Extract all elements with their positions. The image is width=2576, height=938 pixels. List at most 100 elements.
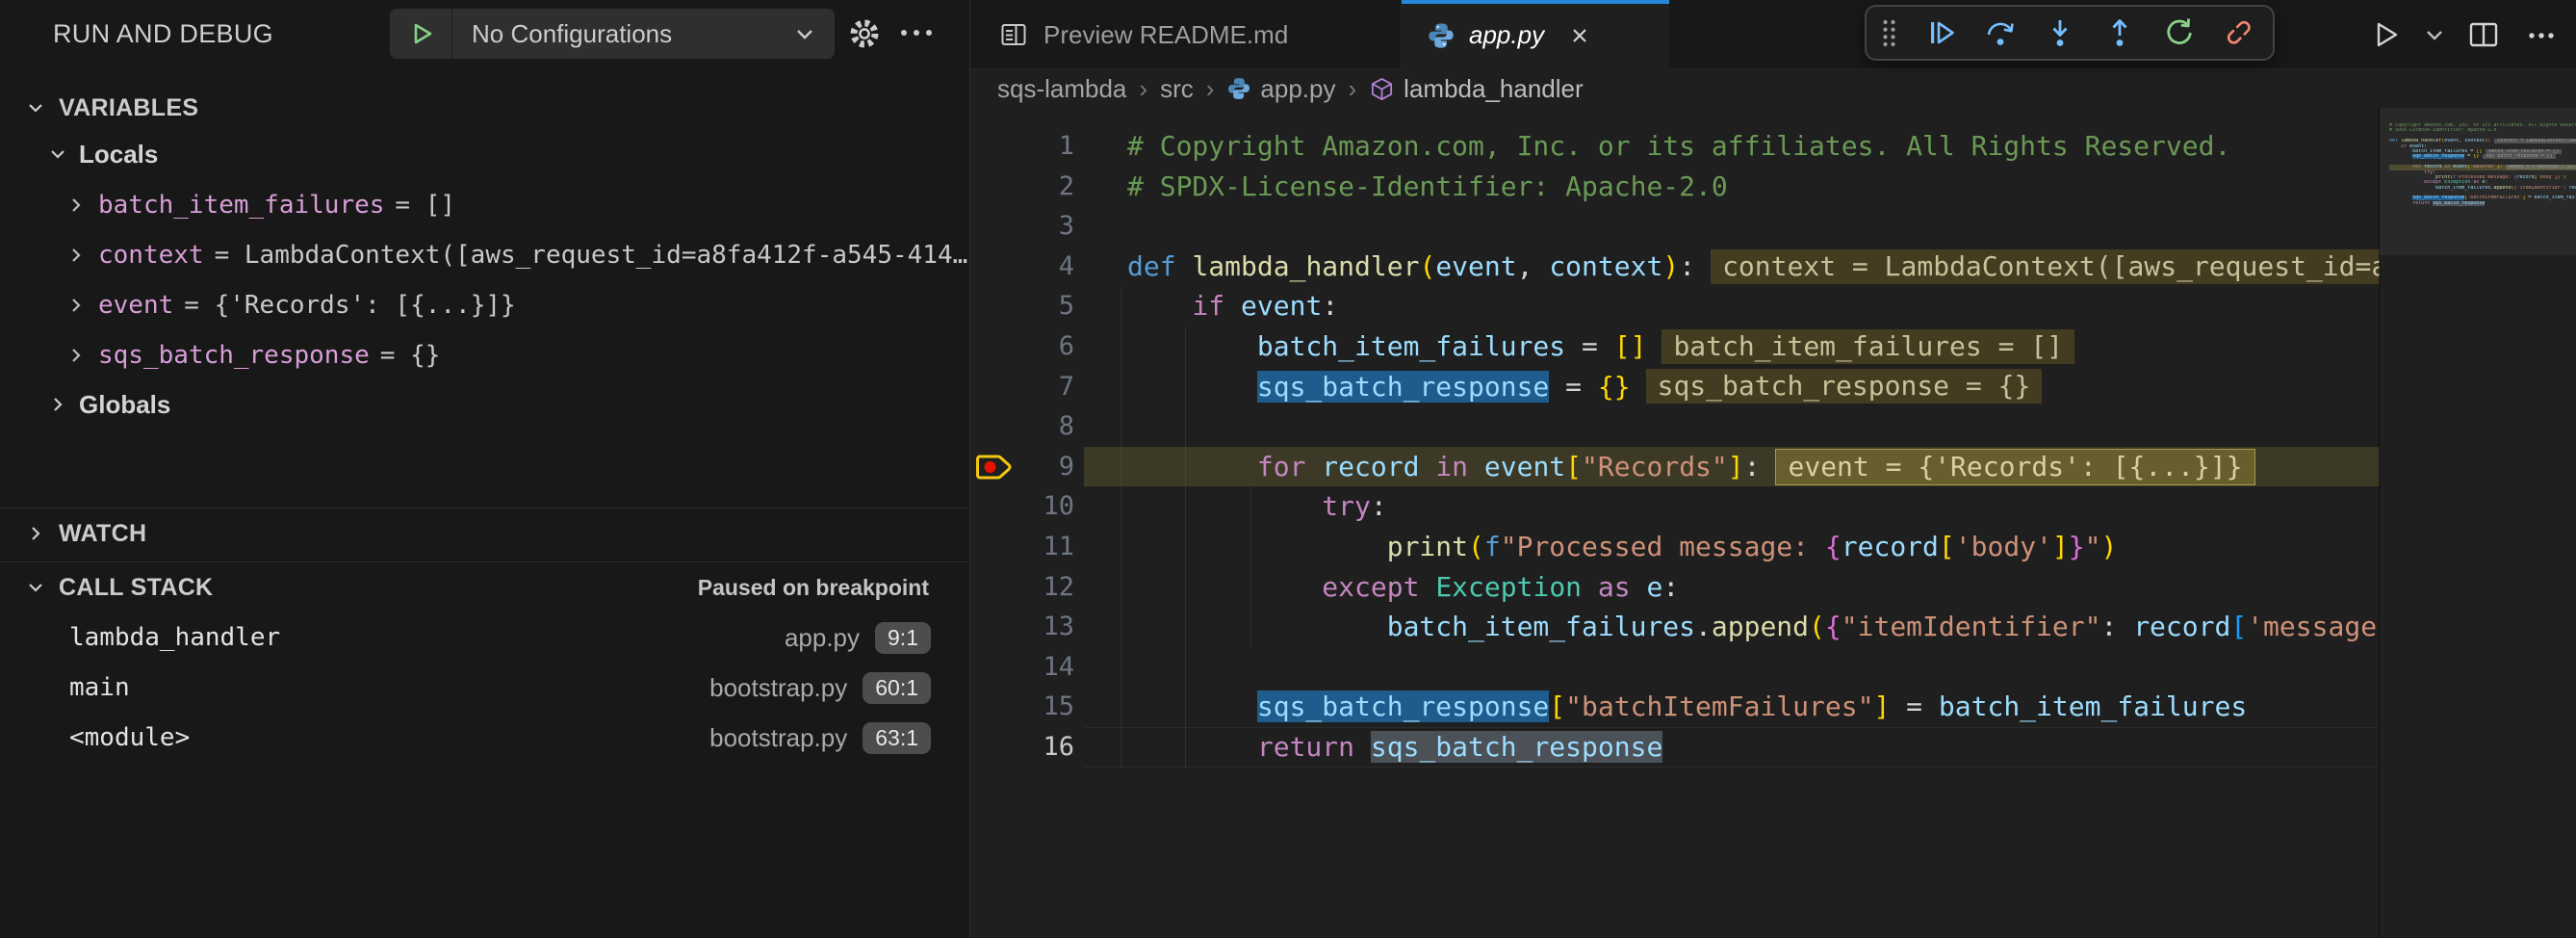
glyph-margin[interactable] [970, 126, 1020, 167]
line-number[interactable]: 6 [1020, 326, 1084, 367]
chevron-collapsed-icon[interactable] [65, 295, 87, 316]
glyph-margin[interactable] [970, 687, 1020, 727]
chevron-collapsed-icon[interactable] [65, 245, 87, 266]
variables-section-header[interactable]: VARIABLES [0, 85, 969, 131]
continue-icon[interactable] [1911, 7, 1971, 59]
close-icon[interactable] [1567, 23, 1592, 48]
breadcrumb-item[interactable]: sqs-lambda [997, 74, 1126, 104]
tab-preview-readme[interactable]: Preview README.md [970, 0, 1402, 69]
line-number[interactable]: 8 [1020, 406, 1084, 447]
tab-app-py[interactable]: app.py [1402, 0, 1669, 70]
glyph-margin[interactable] [970, 206, 1020, 247]
restart-icon[interactable] [2150, 7, 2209, 59]
debug-configuration-dropdown[interactable]: No Configurations [390, 9, 835, 59]
more-actions-icon[interactable] [901, 30, 932, 36]
stack-frame-row[interactable]: lambda_handler app.py 9:1 [0, 612, 969, 663]
glyph-margin[interactable] [970, 527, 1020, 567]
code-line-content[interactable] [1084, 647, 2380, 688]
symbol-method-icon [1369, 76, 1395, 102]
run-icon[interactable] [2360, 10, 2410, 60]
glyph-margin[interactable] [970, 567, 1020, 608]
run-dropdown-chevron-icon[interactable] [2418, 10, 2451, 60]
variable-row[interactable]: context = LambdaContext([aws_request_id=… [0, 230, 969, 280]
step-out-icon[interactable] [2090, 7, 2150, 59]
step-over-icon[interactable] [1971, 7, 2030, 59]
variable-row[interactable]: sqs_batch_response = {} [0, 330, 969, 380]
code-line-content[interactable]: return sqs_batch_response [1084, 727, 2380, 768]
line-number[interactable]: 10 [1020, 486, 1084, 527]
more-actions-icon[interactable] [2516, 10, 2566, 60]
code-line-content[interactable]: def lambda_handler(event, context):conte… [1084, 247, 2380, 287]
breadcrumb-item[interactable]: src [1160, 74, 1194, 104]
line-number[interactable]: 7 [1020, 367, 1084, 407]
stack-frame-row[interactable]: main bootstrap.py 60:1 [0, 663, 969, 713]
code-line-content[interactable]: for record in event["Records"]:event = {… [1084, 447, 2380, 487]
code-line-content[interactable]: # Copyright Amazon.com, Inc. or its affi… [1084, 126, 2380, 167]
line-number[interactable]: 11 [1020, 527, 1084, 567]
code-line-content[interactable]: sqs_batch_response["batchItemFailures"] … [1084, 687, 2380, 727]
glyph-margin[interactable] [970, 406, 1020, 447]
code-line-content[interactable]: batch_item_failures = []batch_item_failu… [1084, 326, 2380, 367]
inline-debug-value: event = {'Records': [{...}]} [1775, 449, 2254, 485]
gear-icon[interactable] [847, 16, 882, 51]
scope-globals[interactable]: Globals [0, 380, 969, 429]
line-number[interactable]: 12 [1020, 567, 1084, 608]
glyph-margin[interactable] [970, 607, 1020, 647]
glyph-margin[interactable] [970, 167, 1020, 207]
glyph-margin[interactable] [970, 326, 1020, 367]
line-number[interactable]: 13 [1020, 607, 1084, 647]
code-line-content[interactable] [1084, 406, 2380, 447]
breakpoint-current-line-icon[interactable] [970, 447, 1020, 487]
glyph-margin[interactable] [970, 727, 1020, 768]
chevron-collapsed-icon[interactable] [47, 394, 68, 415]
breadcrumb-item[interactable]: lambda_handler [1369, 74, 1583, 104]
chevron-expanded-icon[interactable] [24, 96, 47, 119]
python-icon [1226, 76, 1251, 101]
minimap[interactable]: # Copyright Amazon.com, Inc. or its affi… [2379, 108, 2576, 938]
variable-row[interactable]: event = {'Records': [{...}]} [0, 280, 969, 330]
chevron-collapsed-icon[interactable] [65, 195, 87, 216]
line-number[interactable]: 1 [1020, 126, 1084, 167]
glyph-margin[interactable] [970, 367, 1020, 407]
split-editor-icon[interactable] [2459, 10, 2509, 60]
variable-row[interactable]: batch_item_failures = [] [0, 180, 969, 230]
breadcrumb-item[interactable]: app.py [1226, 74, 1335, 104]
code-line-content[interactable]: try: [1084, 486, 2380, 527]
watch-section-header[interactable]: WATCH [0, 510, 969, 557]
chevron-collapsed-icon[interactable] [24, 522, 47, 545]
code-line-content[interactable]: # SPDX-License-Identifier: Apache-2.0 [1084, 167, 2380, 207]
line-number[interactable]: 9 [1020, 447, 1084, 487]
line-number[interactable]: 15 [1020, 687, 1084, 727]
code-line-content[interactable]: batch_item_failures.append({"itemIdentif… [1084, 607, 2380, 647]
step-into-icon[interactable] [2030, 7, 2090, 59]
start-debug-icon[interactable] [390, 9, 452, 59]
line-number[interactable]: 16 [1020, 727, 1084, 768]
code-line: 9 for record in event["Records"]:event =… [970, 447, 2380, 487]
code-line-content[interactable]: if event: [1084, 286, 2380, 326]
glyph-margin[interactable] [970, 486, 1020, 527]
disconnect-icon[interactable] [2209, 7, 2269, 59]
code-editor[interactable]: 1# Copyright Amazon.com, Inc. or its aff… [970, 108, 2380, 938]
line-number[interactable]: 5 [1020, 286, 1084, 326]
open-preview-icon [999, 20, 1028, 49]
minimap-line: return sqs_batch_response [2389, 201, 2576, 206]
code-line-content[interactable]: except Exception as e: [1084, 567, 2380, 608]
line-number[interactable]: 3 [1020, 206, 1084, 247]
scope-locals[interactable]: Locals [0, 130, 969, 178]
line-number[interactable]: 4 [1020, 247, 1084, 287]
gripper-icon[interactable] [1867, 18, 1911, 48]
glyph-margin[interactable] [970, 647, 1020, 688]
glyph-margin[interactable] [970, 247, 1020, 287]
chevron-collapsed-icon[interactable] [65, 345, 87, 366]
line-number[interactable]: 2 [1020, 167, 1084, 207]
line-number[interactable]: 14 [1020, 647, 1084, 688]
glyph-margin[interactable] [970, 286, 1020, 326]
chevron-expanded-icon[interactable] [47, 143, 68, 165]
code-line-content[interactable]: print(f"Processed message: {record['body… [1084, 527, 2380, 567]
code-line-content[interactable]: sqs_batch_response = {}sqs_batch_respons… [1084, 367, 2380, 407]
stack-frame-row[interactable]: <module> bootstrap.py 63:1 [0, 713, 969, 763]
chevron-expanded-icon[interactable] [24, 576, 47, 599]
inline-debug-value: sqs_batch_response = {} [1646, 369, 2043, 404]
code-line-content[interactable] [1084, 206, 2380, 247]
call-stack-section-header[interactable]: CALL STACK Paused on breakpoint [0, 564, 969, 611]
